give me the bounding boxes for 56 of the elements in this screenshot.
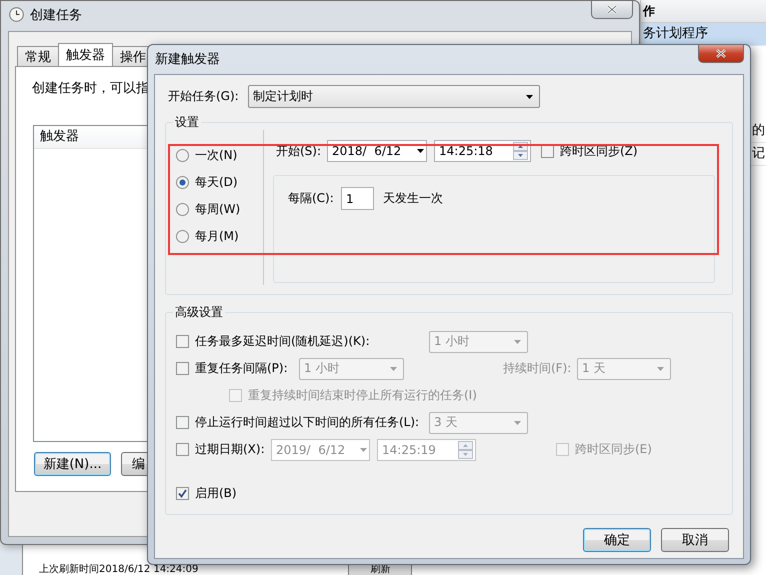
group-title: 高级设置 <box>173 305 225 320</box>
clock-icon <box>9 7 24 22</box>
option-label: 跨时区同步(E) <box>575 441 652 458</box>
interval-field[interactable]: 1 <box>341 187 374 210</box>
group-title: 设置 <box>173 115 201 130</box>
checkbox[interactable] <box>541 144 554 158</box>
radio-button[interactable] <box>176 149 189 162</box>
dropdown-caret-icon <box>390 366 397 370</box>
duration-select: 1 天 <box>577 358 671 380</box>
dropdown-caret-icon <box>514 420 521 424</box>
time-field: 14:25:19 <box>377 438 476 460</box>
action-button[interactable]: 新建(N)... <box>34 452 111 476</box>
radio-button[interactable] <box>176 203 189 216</box>
dropdown-caret-icon <box>514 340 521 344</box>
radio-button[interactable] <box>176 176 189 189</box>
close-icon <box>716 49 726 58</box>
option-label: 过期日期(X): <box>195 441 266 458</box>
tab[interactable]: 常规 <box>17 46 59 66</box>
interval-select: 1 小时 <box>299 358 404 380</box>
unit-label: 天发生一次 <box>383 190 443 207</box>
close-button[interactable] <box>591 0 633 19</box>
radio-label: 每天(D) <box>195 174 238 191</box>
option-label: 启用(B) <box>195 485 237 502</box>
option-label: 重复持续时间结束时停止所有运行的任务(I) <box>248 387 477 404</box>
tab[interactable]: 触发器 <box>58 43 113 66</box>
date-picker: 2019/ 6/12 <box>271 438 370 460</box>
start-label: 开始(S): <box>276 142 322 160</box>
option-label: 停止运行时间超过以下时间的所有任务(L): <box>195 414 420 431</box>
begin-select[interactable]: 制定计划时 <box>248 85 540 108</box>
window-title: 创建任务 <box>30 7 82 25</box>
close-icon <box>607 5 617 14</box>
recur-label: 每隔(C): <box>288 190 335 207</box>
radio-button[interactable] <box>176 230 189 243</box>
begin-label: 开始任务(G): <box>167 88 240 105</box>
pane-header: 作 <box>641 0 766 23</box>
radio-label: 每月(M) <box>195 228 239 245</box>
checkbox[interactable] <box>176 487 189 500</box>
pane-item[interactable]: 务计划程序 <box>641 23 766 46</box>
status-text: 上次刷新时间2018/6/12 14:24:09 <box>39 565 198 575</box>
duration-label: 持续时间(F): <box>503 360 572 377</box>
date-picker[interactable]: 2018/ 6/12 <box>327 140 427 162</box>
dropdown-caret-icon <box>657 366 664 370</box>
dialog-button[interactable]: 确定 <box>583 528 651 552</box>
duration-select: 3 天 <box>429 412 528 434</box>
option-label: 重复任务间隔(P): <box>195 360 289 377</box>
dialog-button[interactable]: 取消 <box>661 528 729 552</box>
dropdown-caret-icon <box>360 448 367 452</box>
option-label: 任务最多延迟时间(随机延迟)(K): <box>195 333 371 350</box>
radio-label: 每周(W) <box>195 201 240 218</box>
radio-label: 一次(N) <box>195 147 238 164</box>
time-field[interactable]: 14:25:18 <box>434 140 531 162</box>
dropdown-caret-icon <box>526 94 533 98</box>
duration-select: 1 小时 <box>429 330 528 352</box>
close-button[interactable] <box>698 44 744 63</box>
dialog-title: 新建触发器 <box>155 50 220 68</box>
spinner-icon[interactable] <box>513 142 528 160</box>
